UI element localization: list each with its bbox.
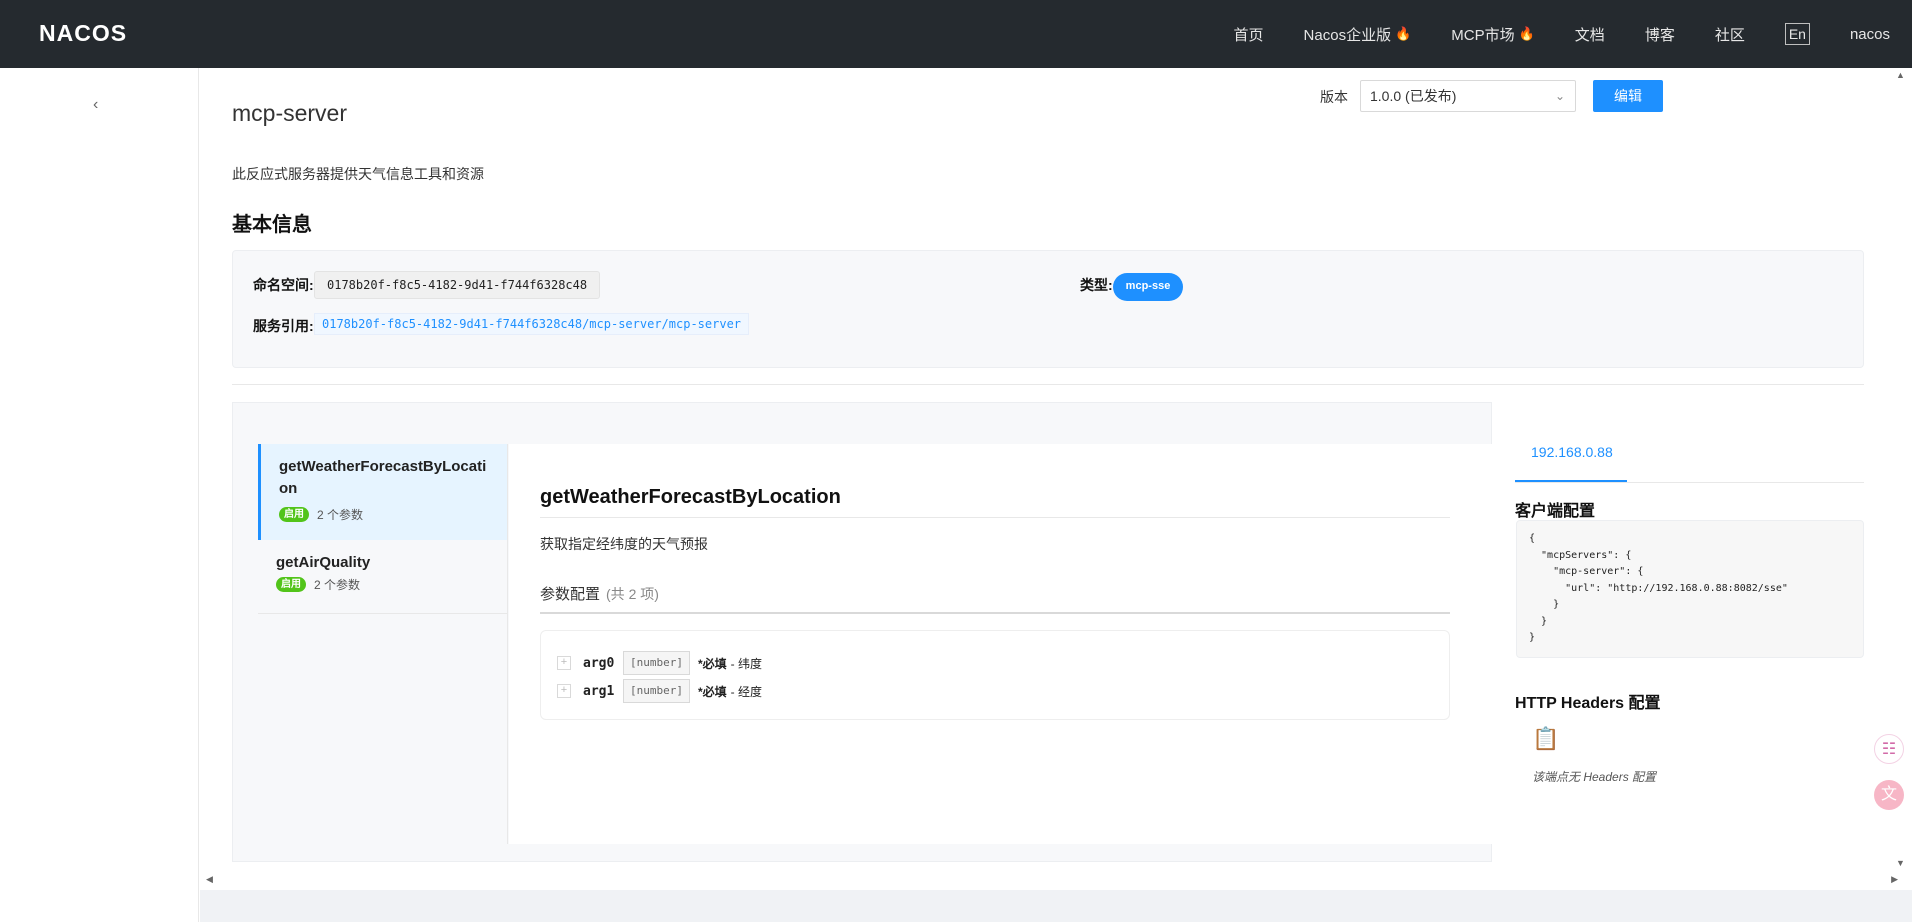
- param-config-header: 参数配置 (共 2 项): [540, 586, 659, 603]
- collapse-sidebar-icon[interactable]: ‹: [93, 96, 107, 113]
- version-select[interactable]: 1.0.0 (已发布) ⌄: [1360, 80, 1576, 112]
- param-required: *必填: [697, 684, 727, 699]
- page-title: mcp-server: [232, 100, 348, 126]
- chevron-down-icon: ⌄: [1554, 89, 1565, 103]
- nacos-logo[interactable]: NACOS: [39, 20, 127, 47]
- param-divider: [540, 612, 1450, 614]
- namespace-label: 命名空间:: [253, 277, 314, 293]
- param-desc: - 经度: [730, 684, 762, 699]
- scroll-down-arrow[interactable]: ▼: [1896, 858, 1905, 868]
- section-divider: [232, 384, 1864, 385]
- main-nav: 首页 Nacos企业版 🔥 MCP市场 🔥 文档 博客 社区 En nacos: [1194, 0, 1890, 68]
- nav-community[interactable]: 社区: [1715, 24, 1745, 45]
- service-ref-label: 服务引用:: [253, 318, 314, 334]
- param-name: arg0: [583, 655, 615, 671]
- clipboard-icon: 📋: [1532, 726, 1560, 751]
- type-badge: mcp-sse: [1113, 273, 1183, 301]
- qr-code-icon[interactable]: ☷: [1874, 734, 1904, 764]
- expand-icon[interactable]: +: [557, 684, 571, 698]
- tab-divider: [1515, 482, 1864, 483]
- enabled-badge: 启用: [276, 577, 306, 592]
- left-sidebar: ‹: [0, 68, 199, 922]
- scroll-up-arrow[interactable]: ▲: [1896, 70, 1905, 80]
- enabled-badge: 启用: [279, 507, 309, 522]
- footer-bar: [200, 890, 1912, 922]
- server-description: 此反应式服务器提供天气信息工具和资源: [232, 166, 484, 182]
- client-config-title: 客户端配置: [1515, 503, 1596, 520]
- basic-info-title: 基本信息: [232, 214, 312, 236]
- tools-panel: getWeatherForecastByLocation 启用 2 个参数 get…: [232, 402, 1492, 862]
- scroll-left-arrow[interactable]: ◀: [206, 874, 213, 885]
- tool-detail-title: getWeatherForecastByLocation: [540, 486, 841, 508]
- nav-enterprise[interactable]: Nacos企业版 🔥: [1304, 24, 1412, 45]
- language-switch[interactable]: En: [1784, 23, 1810, 45]
- scroll-right-arrow[interactable]: ▶: [1891, 874, 1898, 885]
- nav-mcp-market[interactable]: MCP市场 🔥: [1451, 24, 1535, 45]
- edit-button[interactable]: 编辑: [1593, 80, 1663, 112]
- param-count: 2 个参数: [314, 578, 361, 592]
- fire-icon: 🔥: [1395, 26, 1412, 41]
- tool-item-getweatherforecastbylocation[interactable]: getWeatherForecastByLocation 启用 2 个参数: [258, 444, 507, 540]
- param-row: + arg1 [number] *必填 - 经度: [557, 679, 762, 703]
- expand-icon[interactable]: +: [557, 656, 571, 670]
- param-name: arg1: [583, 683, 615, 699]
- basic-info-panel: 命名空间: 0178b20f-f8c5-4182-9d41-f744f6328c…: [232, 250, 1864, 368]
- tool-item-getairquality[interactable]: getAirQuality 启用 2 个参数: [258, 540, 507, 614]
- tool-list: getWeatherForecastByLocation 启用 2 个参数 get…: [258, 444, 508, 844]
- version-label: 版本: [1320, 89, 1348, 105]
- param-count: 2 个参数: [317, 508, 364, 522]
- nav-blog[interactable]: 博客: [1645, 24, 1675, 45]
- endpoint-tab[interactable]: 192.168.0.88: [1531, 444, 1613, 460]
- tool-detail: getWeatherForecastByLocation 获取指定经纬度的天气预…: [509, 444, 1492, 844]
- translate-icon[interactable]: 文: [1874, 780, 1904, 810]
- user-name[interactable]: nacos: [1850, 26, 1890, 43]
- param-type: [number]: [623, 651, 690, 675]
- main-content: mcp-server 版本 1.0.0 (已发布) ⌄ 编辑 此反应式服务器提供…: [200, 68, 1912, 922]
- title-divider: [540, 517, 1450, 518]
- no-headers-text: 该端点无 Headers 配置: [1532, 770, 1657, 784]
- http-headers-title: HTTP Headers 配置: [1515, 695, 1661, 712]
- tool-detail-description: 获取指定经纬度的天气预报: [540, 536, 708, 552]
- param-desc: - 纬度: [730, 656, 762, 671]
- top-navbar: NACOS 首页 Nacos企业版 🔥 MCP市场 🔥 文档 博客 社区 En na…: [0, 0, 1912, 68]
- horizontal-scrollbar[interactable]: ◀ ▶: [200, 874, 1912, 890]
- param-list: + arg0 [number] *必填 - 纬度 + arg1 [number]…: [540, 630, 1450, 720]
- nav-docs[interactable]: 文档: [1575, 24, 1605, 45]
- param-row: + arg0 [number] *必填 - 纬度: [557, 651, 762, 675]
- service-ref-value[interactable]: 0178b20f-f8c5-4182-9d41-f744f6328c48/mcp…: [314, 313, 750, 335]
- tool-name: getWeatherForecastByLocation: [279, 458, 487, 497]
- param-type: [number]: [623, 679, 690, 703]
- tool-name: getAirQuality: [276, 554, 371, 571]
- param-required: *必填: [697, 656, 727, 671]
- namespace-value: 0178b20f-f8c5-4182-9d41-f744f6328c48: [314, 271, 601, 299]
- client-config-code[interactable]: { "mcpServers": { "mcp-server": { "url":…: [1516, 520, 1864, 658]
- nav-home[interactable]: 首页: [1234, 24, 1264, 45]
- fire-icon: 🔥: [1518, 26, 1535, 41]
- type-label: 类型:: [1080, 277, 1113, 293]
